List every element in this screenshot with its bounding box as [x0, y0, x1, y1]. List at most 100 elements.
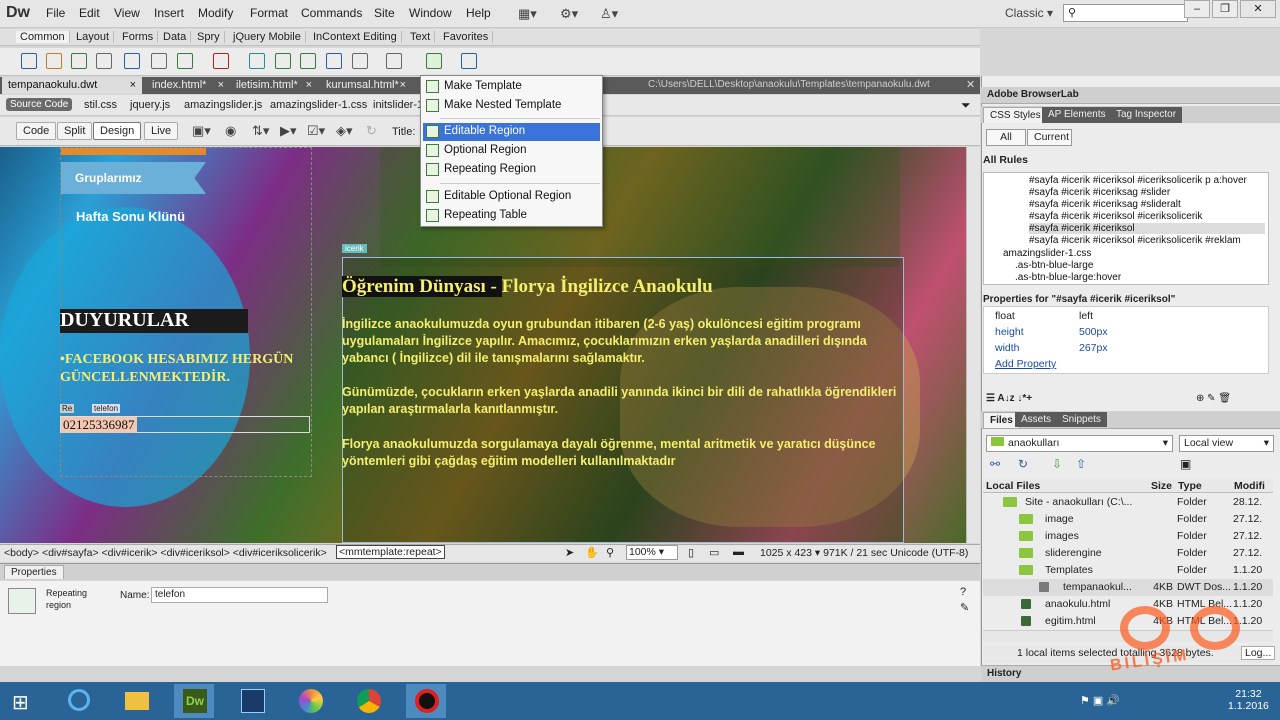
tab-favorites[interactable]: Favorites — [439, 31, 494, 43]
tab-jquery-mobile[interactable]: jQuery Mobile — [229, 31, 306, 43]
media-icon[interactable] — [213, 53, 229, 69]
dreamweaver-taskbar-icon[interactable]: Dw — [174, 684, 214, 718]
menu-insert[interactable]: Insert — [154, 6, 184, 20]
code-view-button[interactable]: Code — [16, 122, 57, 140]
comment-icon[interactable] — [300, 53, 316, 69]
close-button[interactable]: ✕ — [1240, 0, 1276, 18]
file-explorer-icon[interactable] — [116, 684, 156, 718]
chrome-icon[interactable] — [348, 684, 388, 718]
css-rule[interactable]: #sayfa #icerik #iceriksol #iceriksolicer… — [1029, 211, 1202, 222]
refresh-icon[interactable]: ↻ — [366, 123, 377, 139]
file-row[interactable]: image Folder 27.12. — [983, 511, 1273, 528]
site-select[interactable]: anaokulları ▾ — [986, 435, 1173, 452]
doc-tab-index[interactable]: index.html* × — [146, 77, 230, 94]
region-name-input[interactable]: telefon — [151, 587, 328, 603]
menu-item-make-nested-template[interactable]: Make Nested Template — [423, 97, 600, 115]
close-icon[interactable]: × — [218, 79, 224, 91]
check-browser-icon[interactable]: ☑▾ — [307, 123, 325, 139]
tab-forms[interactable]: Forms — [118, 31, 159, 43]
horizontal-rule-icon[interactable] — [96, 53, 112, 69]
tab-common[interactable]: Common — [16, 31, 70, 43]
tab-incontext-editing[interactable]: InContext Editing — [309, 31, 402, 43]
close-icon[interactable]: × — [400, 79, 406, 91]
property-name[interactable]: height — [995, 326, 1024, 338]
property-name[interactable]: width — [995, 342, 1020, 354]
connect-icon[interactable]: ⚯ — [990, 457, 1000, 471]
property-value[interactable]: 500px — [1079, 326, 1108, 338]
nav-item-groups[interactable]: Gruplarımız — [61, 162, 206, 194]
internet-explorer-icon[interactable] — [58, 684, 98, 718]
put-files-icon[interactable]: ⇧ — [1076, 457, 1086, 471]
file-row[interactable]: Templates Folder 1.1.20 — [983, 562, 1273, 579]
hyperlink-icon[interactable] — [21, 53, 37, 69]
menu-view[interactable]: View — [114, 6, 140, 20]
tag-selector[interactable]: <body> <div#sayfa> <div#icerik> <div#ice… — [4, 547, 327, 559]
tab-assets[interactable]: Assets — [1015, 412, 1058, 427]
css-rule[interactable]: #sayfa #icerik #iceriksag #slideralt — [1029, 199, 1181, 210]
column-modified[interactable]: Modifi — [1234, 480, 1265, 492]
add-property-link[interactable]: Add Property — [995, 358, 1056, 370]
file-row[interactable]: Site - anaokulları (C:\... Folder 28.12. — [983, 494, 1273, 511]
refresh-icon[interactable]: ↻ — [1018, 457, 1028, 471]
camtasia-icon[interactable] — [232, 684, 272, 718]
menu-commands[interactable]: Commands — [301, 6, 362, 20]
visual-aids-icon[interactable]: ◈▾ — [336, 123, 353, 139]
date-icon[interactable] — [249, 53, 265, 69]
help-icon[interactable]: ? — [960, 586, 966, 598]
repeat-region-tag[interactable]: Re — [60, 404, 75, 413]
taskbar-clock[interactable]: 21:32 1.1.2016 — [1228, 688, 1269, 712]
menu-window[interactable]: Window — [409, 6, 452, 20]
templates-icon[interactable] — [426, 53, 442, 69]
globe-icon[interactable]: ◉ — [225, 123, 236, 139]
property-value[interactable]: left — [1079, 310, 1093, 322]
column-size[interactable]: Size — [1151, 480, 1172, 492]
tab-tag-inspector[interactable]: Tag Inspector — [1110, 107, 1183, 123]
property-value[interactable]: 267px — [1079, 342, 1108, 354]
tab-spry[interactable]: Spry — [193, 31, 225, 43]
maximize-button[interactable]: ❐ — [1212, 0, 1238, 18]
script-icon[interactable] — [352, 53, 368, 69]
design-view-button[interactable]: Design — [93, 122, 142, 140]
widget-icon[interactable] — [386, 53, 402, 69]
file-row[interactable]: sliderengine Folder 27.12. — [983, 545, 1273, 562]
windows-start-icon[interactable]: ⊞ — [12, 690, 29, 715]
multiscreen-icon[interactable]: ▣▾ — [192, 123, 211, 139]
tab-data[interactable]: Data — [159, 31, 192, 43]
file-row[interactable]: images Folder 27.12. — [983, 528, 1273, 545]
recorder-icon[interactable] — [406, 684, 446, 718]
property-name[interactable]: float — [995, 310, 1015, 322]
server-side-include-icon[interactable] — [275, 53, 291, 69]
menu-item-repeating-table[interactable]: Repeating Table — [423, 207, 600, 225]
close-icon[interactable]: × — [306, 79, 312, 91]
workspace-switcher[interactable]: Classic ▾ — [1005, 6, 1053, 20]
css-rule[interactable]: .as-btn-blue-large — [1015, 260, 1093, 271]
tab-snippets[interactable]: Snippets — [1056, 412, 1107, 427]
related-file-source-code[interactable]: Source Code — [6, 98, 73, 111]
telefon-region-tag[interactable]: telefon — [92, 404, 121, 413]
sort-icons[interactable]: ☰ A↓z ↓*+ — [986, 393, 1032, 404]
related-file[interactable]: jquery.js — [130, 99, 170, 111]
split-view-button[interactable]: Split — [57, 122, 93, 140]
css-rule-selected[interactable]: #sayfa #icerik #iceriksol — [1029, 223, 1265, 234]
browserlab-panel-header[interactable]: Adobe BrowserLab — [981, 87, 1280, 104]
menu-item-optional-region[interactable]: Optional Region — [423, 142, 600, 160]
view-select[interactable]: Local view ▾ — [1179, 435, 1274, 452]
phone-number[interactable]: 02125336987 — [61, 417, 137, 433]
image-icon[interactable] — [177, 53, 193, 69]
doc-tab-iletisim[interactable]: iletisim.html* × — [230, 77, 318, 94]
div-icon[interactable] — [151, 53, 167, 69]
column-local-files[interactable]: Local Files — [986, 480, 1040, 492]
minimize-button[interactable]: – — [1184, 0, 1210, 18]
nav-item-weekend-club[interactable]: Hafta Sonu Klünü — [76, 209, 185, 224]
related-file[interactable]: initslider-1 — [373, 99, 423, 111]
expand-panel-icon[interactable]: ▣ — [1180, 457, 1191, 471]
get-files-icon[interactable]: ⇩ — [1052, 457, 1062, 471]
live-view-button[interactable]: Live — [144, 122, 179, 140]
all-button[interactable]: All — [986, 129, 1026, 146]
menu-item-editable-optional-region[interactable]: Editable Optional Region — [423, 188, 600, 206]
file-row-selected[interactable]: tempanaokul... 4KB DWT Dos... 1.1.20 — [983, 579, 1273, 596]
menu-site[interactable]: Site — [374, 6, 395, 20]
menu-item-editable-region[interactable]: Editable Region — [423, 123, 600, 141]
tray-icons[interactable]: ⚑ ▣ 🔊 — [1080, 694, 1120, 707]
table-icon[interactable] — [124, 53, 140, 69]
